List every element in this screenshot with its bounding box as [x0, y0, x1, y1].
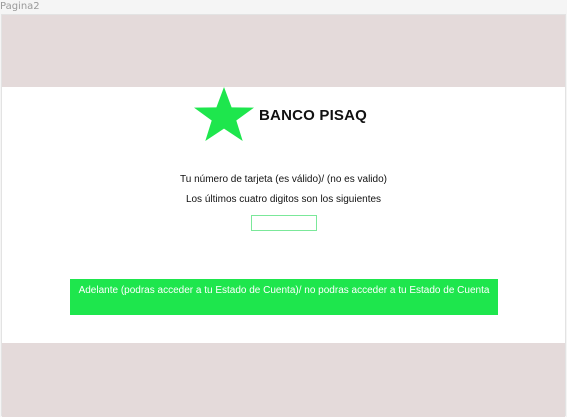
- star-shape: [194, 87, 254, 141]
- card-status-text: Tu número de tarjeta (es válido)/ (no es…: [180, 174, 387, 185]
- star-icon: [194, 87, 254, 141]
- last-digits-text: Los últimos cuatro digitos son los sigui…: [185, 194, 382, 205]
- header-band: [2, 15, 565, 87]
- page-frame: BANCO PISAQ Tu número de tarjeta (es vál…: [1, 14, 566, 417]
- footer-band: [2, 343, 565, 417]
- frame-label: Pagina2: [0, 1, 40, 12]
- last-digits-input[interactable]: [251, 215, 317, 231]
- continue-button[interactable]: Adelante (podras acceder a tu Estado de …: [70, 279, 498, 315]
- bank-name: BANCO PISAQ: [259, 107, 368, 124]
